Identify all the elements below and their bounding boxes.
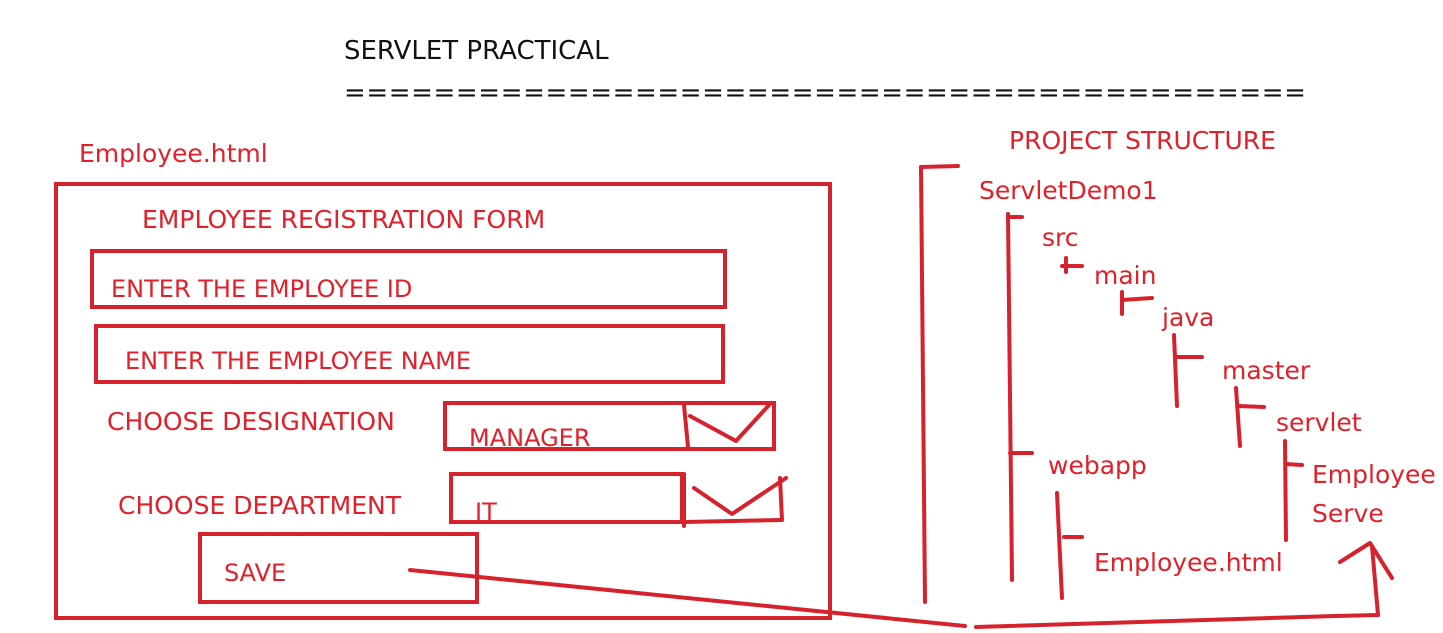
tree-connector-webapp <box>1055 491 1084 600</box>
diagram-strokes <box>408 164 1394 629</box>
tree-connector-root <box>1006 212 1034 582</box>
designation-dropdown-chevron-icon <box>682 402 772 449</box>
tree-connector-java <box>1172 333 1204 408</box>
flow-arrowhead-icon <box>1338 541 1394 580</box>
tree-connector-master <box>1234 386 1266 448</box>
tree-connector-src <box>1060 256 1084 274</box>
flow-arrow <box>408 544 1380 629</box>
project-bracket <box>919 164 960 604</box>
department-dropdown-chevron-icon <box>682 472 788 528</box>
tree-connector-servlet <box>1283 439 1304 542</box>
tree-connector-main <box>1120 290 1154 316</box>
